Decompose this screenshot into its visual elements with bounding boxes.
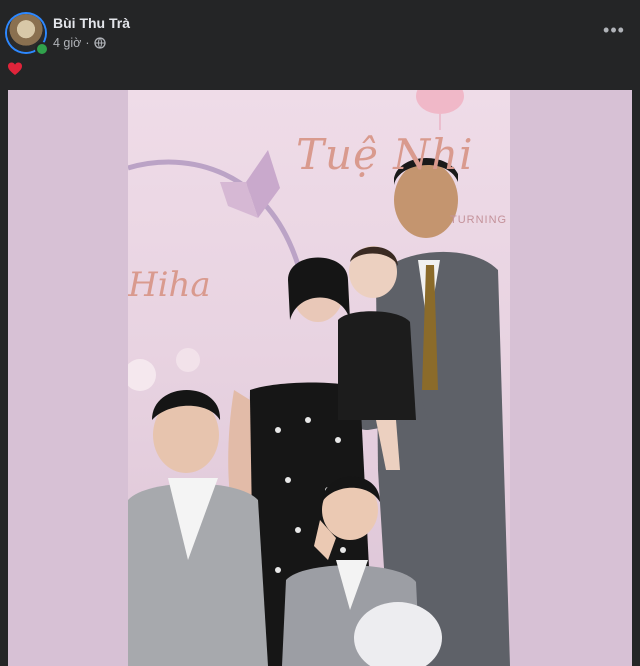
backdrop-script-top: Tuệ Nhi: [296, 130, 474, 179]
post-photo[interactable]: Tuệ Nhi Hiha TURNING: [128, 90, 510, 666]
post-meta: 4 giờ ·: [53, 36, 106, 50]
post-time[interactable]: 4 giờ: [53, 36, 81, 50]
post-author[interactable]: Bùi Thu Trà: [53, 15, 130, 31]
globe-icon[interactable]: [93, 37, 106, 49]
heart-icon: [7, 61, 23, 77]
online-status-dot: [35, 42, 49, 56]
post-photo-frame[interactable]: Tuệ Nhi Hiha TURNING: [8, 90, 632, 666]
meta-separator: ·: [85, 36, 90, 50]
post-header: Bùi Thu Trà 4 giờ · •••: [0, 0, 640, 58]
backdrop-text-turning: TURNING: [450, 214, 508, 226]
backdrop-script-left: Hiha: [128, 265, 211, 305]
more-options-button[interactable]: •••: [602, 20, 626, 40]
post-caption: [7, 61, 23, 82]
